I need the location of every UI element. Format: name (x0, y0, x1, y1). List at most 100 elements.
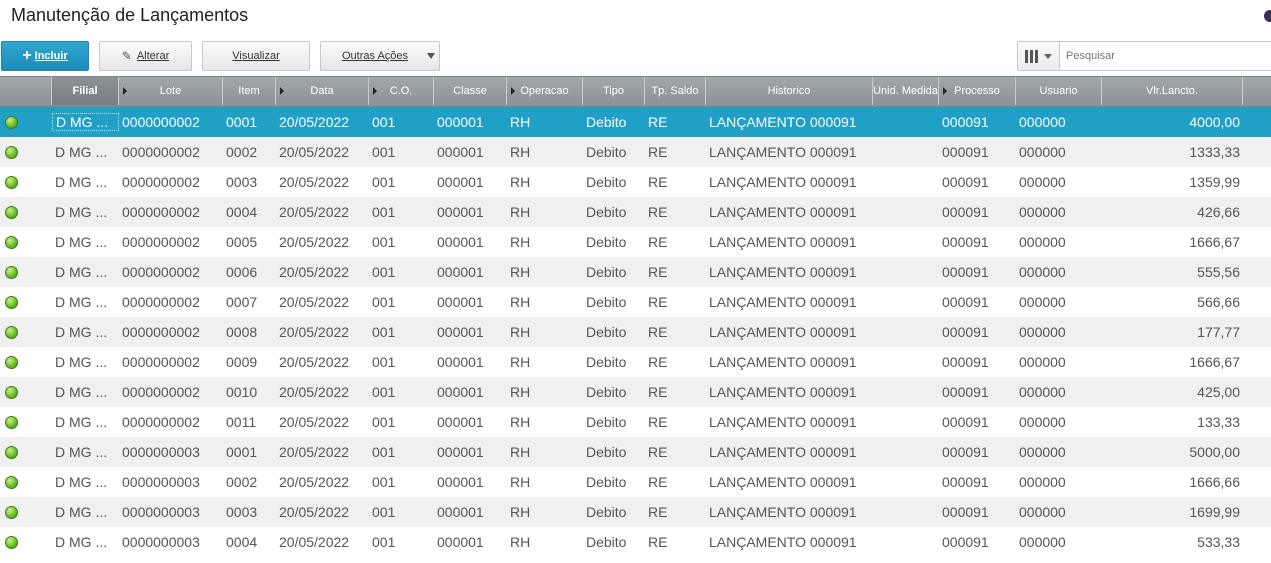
cell-tp-saldo: RE (648, 264, 668, 280)
cell-historico: LANÇAMENTO 000091 (709, 324, 857, 340)
cell-valor: 177,77 (1197, 324, 1240, 340)
table-row[interactable]: D MG ... 0000000002 0009 20/05/2022 001 00000… (0, 347, 1271, 377)
cell-filial: D MG ... (55, 294, 108, 310)
cell-tipo: Debito (586, 294, 627, 310)
alterar-button[interactable]: ✎ Alterar (99, 41, 192, 71)
cell-processo: 000091 (942, 474, 989, 490)
cell-historico: LANÇAMENTO 000091 (709, 204, 857, 220)
visualizar-label: Visualizar (232, 50, 280, 62)
outras-acoes-button[interactable]: Outras Ações (320, 41, 440, 71)
status-green-icon (5, 325, 18, 339)
table-row[interactable]: D MG ... 0000000002 0002 20/05/2022 001 00000… (0, 137, 1271, 167)
cell-historico: LANÇAMENTO 000091 (709, 174, 857, 190)
cell-historico: LANÇAMENTO 000091 (709, 264, 857, 280)
cell-lote: 0000000002 (122, 174, 200, 190)
status-green-icon (5, 505, 18, 519)
table-row[interactable]: D MG ... 0000000002 0004 20/05/2022 001 00000… (0, 197, 1271, 227)
cell-historico: LANÇAMENTO 000091 (709, 384, 857, 400)
cell-usuario: 000000 (1019, 294, 1066, 310)
cell-usuario: 000000 (1019, 504, 1066, 520)
cell-data: 20/05/2022 (279, 144, 350, 160)
cell-operacao: RH (510, 414, 531, 430)
table-row[interactable]: D MG ... 0000000002 0005 20/05/2022 001 00000… (0, 227, 1271, 257)
cell-tp-saldo: RE (648, 294, 668, 310)
table-row[interactable]: D MG ... 0000000002 0006 20/05/2022 001 00000… (0, 257, 1271, 287)
cell-co: 001 (372, 444, 396, 460)
cell-filial: D MG ... (55, 174, 108, 190)
status-cell (0, 115, 52, 129)
status-cell (0, 475, 52, 489)
status-cell (0, 415, 52, 429)
column-header-tp-saldo[interactable]: Tp. Saldo (645, 77, 706, 105)
column-header-item[interactable]: Item (223, 77, 276, 105)
cell-processo: 000091 (942, 414, 989, 430)
cell-data: 20/05/2022 (279, 264, 350, 280)
pencil-icon: ✎ (121, 49, 132, 63)
table-row[interactable]: D MG ... 0000000003 0002 20/05/2022 001 00000… (0, 467, 1271, 497)
cell-item: 0003 (226, 504, 258, 520)
table-row[interactable]: D MG ... 0000000002 0007 20/05/2022 001 00000… (0, 287, 1271, 317)
cell-operacao: RH (510, 204, 531, 220)
cell-filial: D MG ... (55, 534, 108, 550)
cell-processo: 000091 (942, 114, 989, 130)
table-row[interactable]: D MG ... 0000000003 0003 20/05/2022 001 00000… (0, 497, 1271, 527)
cell-classe: 000001 (437, 534, 484, 550)
column-header-co[interactable]: C.O. (369, 77, 434, 105)
table-row[interactable]: D MG ... 0000000002 0008 20/05/2022 001 00000… (0, 317, 1271, 347)
table-row[interactable]: D MG ... 0000000002 0010 20/05/2022 001 00000… (0, 377, 1271, 407)
status-cell (0, 175, 52, 189)
cell-item: 0002 (226, 474, 258, 490)
table-row[interactable]: D MG ... 0000000002 0001 20/05/2022 001 00000… (0, 107, 1271, 137)
cell-lote: 0000000002 (122, 234, 200, 250)
visualizar-button[interactable]: Visualizar (202, 41, 310, 71)
cell-filial: D MG ... (55, 474, 108, 490)
column-header-filial[interactable]: Filial (52, 77, 119, 105)
cell-item: 0011 (226, 414, 257, 430)
cell-classe: 000001 (437, 504, 484, 520)
columns-toggle-button[interactable] (1018, 42, 1060, 70)
cell-processo: 000091 (942, 354, 989, 370)
table-row[interactable]: D MG ... 0000000002 0011 20/05/2022 001 00000… (0, 407, 1271, 437)
cell-tipo: Debito (586, 324, 627, 340)
cell-data: 20/05/2022 (279, 444, 350, 460)
cell-item: 0002 (226, 144, 258, 160)
cell-data: 20/05/2022 (279, 204, 350, 220)
column-header-lote[interactable]: Lote (119, 77, 223, 105)
cell-filial: D MG ... (55, 204, 108, 220)
cell-valor: 426,66 (1197, 204, 1240, 220)
search-input[interactable] (1064, 42, 1268, 70)
column-header-tipo[interactable]: Tipo (583, 77, 645, 105)
cell-tp-saldo: RE (648, 414, 668, 430)
user-menu-icon[interactable] (1264, 10, 1271, 22)
column-header-operacao[interactable]: Operacao (507, 77, 583, 105)
cell-processo: 000091 (942, 324, 989, 340)
cell-usuario: 000000 (1019, 414, 1066, 430)
status-cell (0, 355, 52, 369)
table-row[interactable]: D MG ... 0000000003 0004 20/05/2022 001 00000… (0, 527, 1271, 557)
cell-usuario: 000000 (1019, 174, 1066, 190)
table-row[interactable]: D MG ... 0000000003 0001 20/05/2022 001 00000… (0, 437, 1271, 467)
incluir-button[interactable]: + Incluir (1, 41, 89, 71)
cell-data: 20/05/2022 (279, 534, 350, 550)
column-header-unid-medida[interactable]: Unid. Medida (873, 77, 939, 105)
column-header-data[interactable]: Data (276, 77, 369, 105)
column-header-status[interactable] (0, 77, 52, 105)
cell-usuario: 000000 (1019, 354, 1066, 370)
cell-tp-saldo: RE (648, 204, 668, 220)
cell-historico: LANÇAMENTO 000091 (709, 534, 857, 550)
cell-item: 0003 (226, 174, 258, 190)
sort-arrow-icon (943, 87, 947, 95)
column-header-processo[interactable]: Processo (939, 77, 1016, 105)
cell-classe: 000001 (437, 204, 484, 220)
column-header-valor[interactable]: Vlr.Lancto. (1102, 77, 1243, 105)
status-green-icon (5, 175, 18, 189)
column-header-historico[interactable]: Historico (706, 77, 873, 105)
cell-usuario: 000000 (1019, 264, 1066, 280)
sort-arrow-icon (280, 87, 284, 95)
column-header-usuario[interactable]: Usuario (1016, 77, 1102, 105)
cell-classe: 000001 (437, 414, 484, 430)
cell-usuario: 000000 (1019, 444, 1066, 460)
table-row[interactable]: D MG ... 0000000002 0003 20/05/2022 001 00000… (0, 167, 1271, 197)
status-green-icon (5, 355, 18, 369)
column-header-classe[interactable]: Classe (434, 77, 507, 105)
